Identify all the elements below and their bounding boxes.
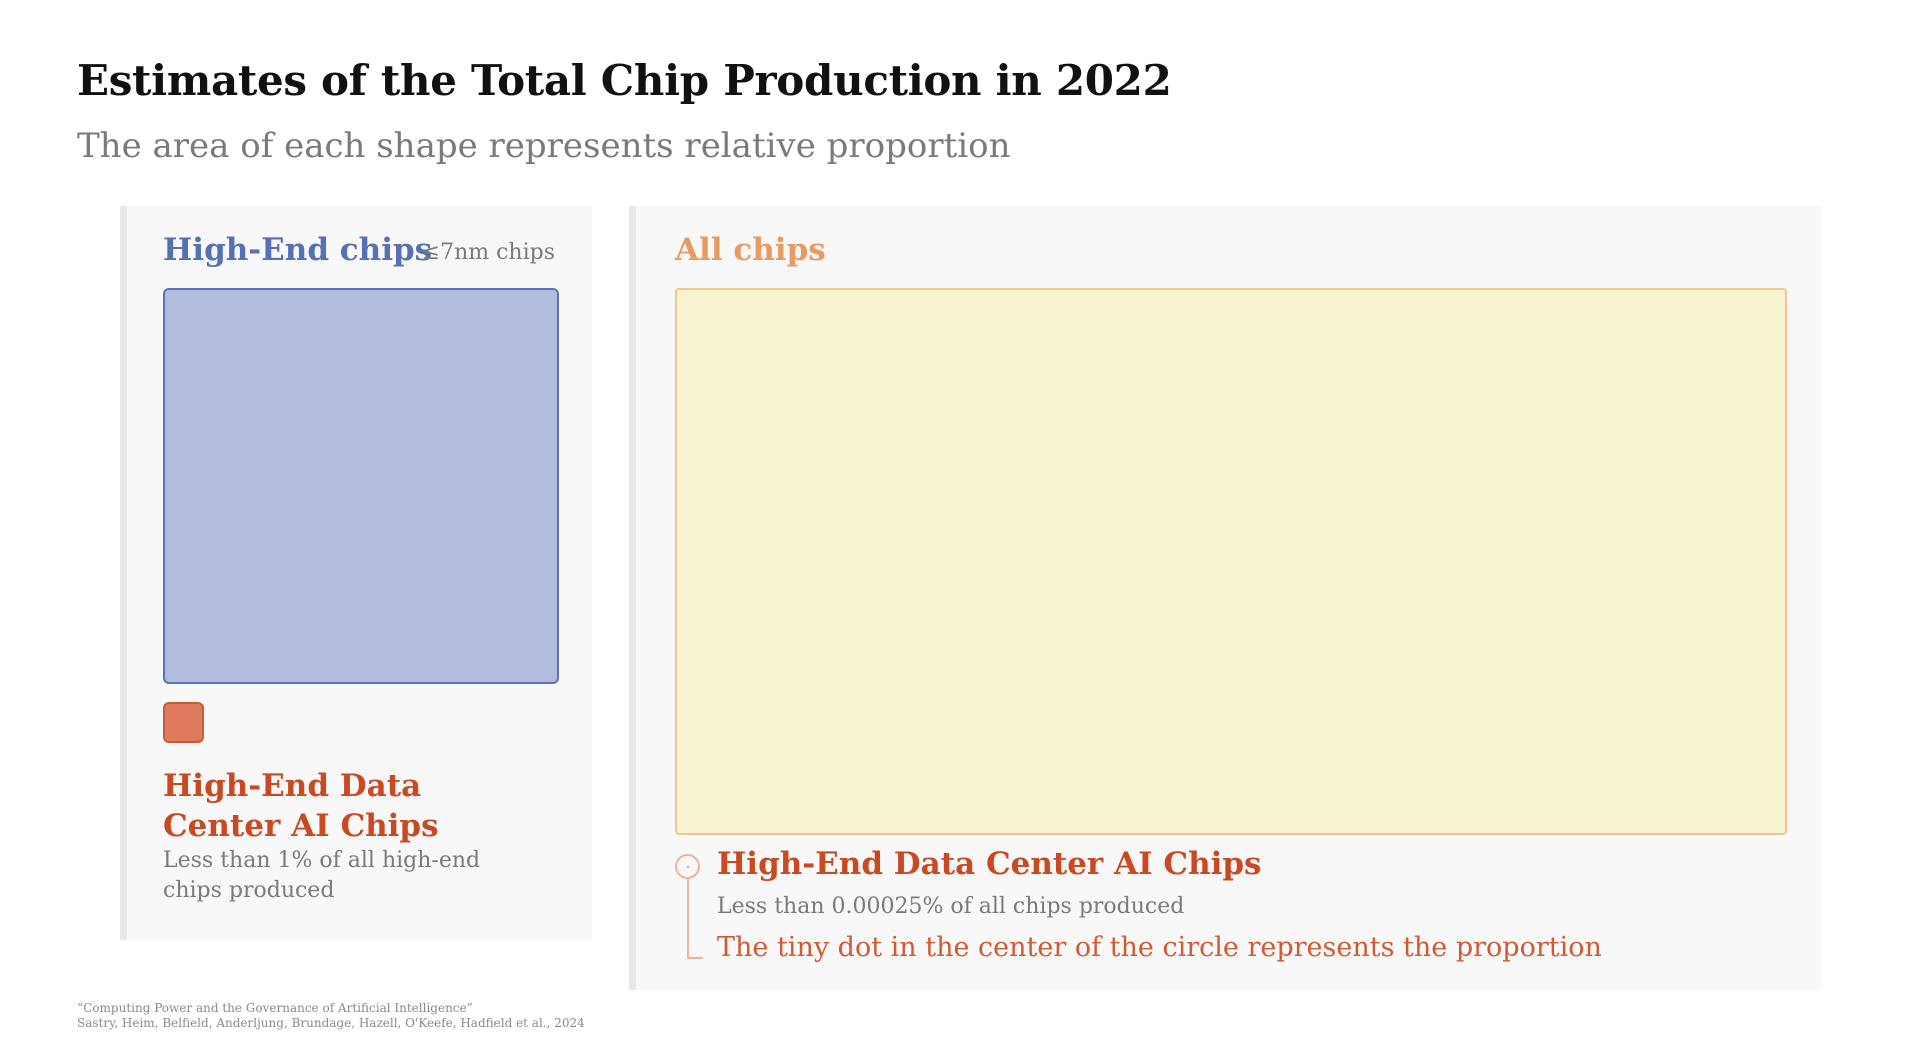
all-chips-rectangle: [675, 288, 1787, 835]
ai-chips-circle-marker: [675, 854, 700, 879]
high-end-chips-title: High-End chips: [163, 232, 433, 268]
ai-chips-square: [163, 702, 204, 743]
all-chips-panel: All chips High-End Data Center AI Chips …: [629, 206, 1821, 990]
high-end-chips-square: [163, 288, 559, 684]
ai-chips-description-right: Less than 0.00025% of all chips produced: [717, 894, 1185, 919]
high-end-chips-note: ≤7nm chips: [421, 240, 555, 265]
ai-chips-title-left: High-End Data Center AI Chips: [163, 768, 439, 844]
leader-line-vertical: [687, 879, 689, 959]
source-citation: “Computing Power and the Governance of A…: [77, 1001, 585, 1031]
leader-line-horizontal: [687, 957, 703, 959]
ai-chips-title-right: High-End Data Center AI Chips: [717, 846, 1262, 882]
ai-chips-dot-note: The tiny dot in the center of the circle…: [717, 932, 1602, 963]
all-chips-title: All chips: [675, 232, 826, 268]
infographic: Estimates of the Total Chip Production i…: [0, 0, 1920, 1054]
high-end-chips-panel: High-End chips ≤7nm chips High-End Data …: [120, 206, 592, 940]
source-authors: Sastry, Heim, Belfield, Anderljung, Brun…: [77, 1016, 585, 1030]
page-title: Estimates of the Total Chip Production i…: [77, 56, 1172, 105]
source-paper-title: “Computing Power and the Governance of A…: [77, 1001, 473, 1015]
ai-chips-description-left: Less than 1% of all high-end chips produ…: [163, 848, 481, 903]
ai-chips-tiny-dot: [687, 866, 689, 868]
page-subtitle: The area of each shape represents relati…: [77, 126, 1011, 166]
